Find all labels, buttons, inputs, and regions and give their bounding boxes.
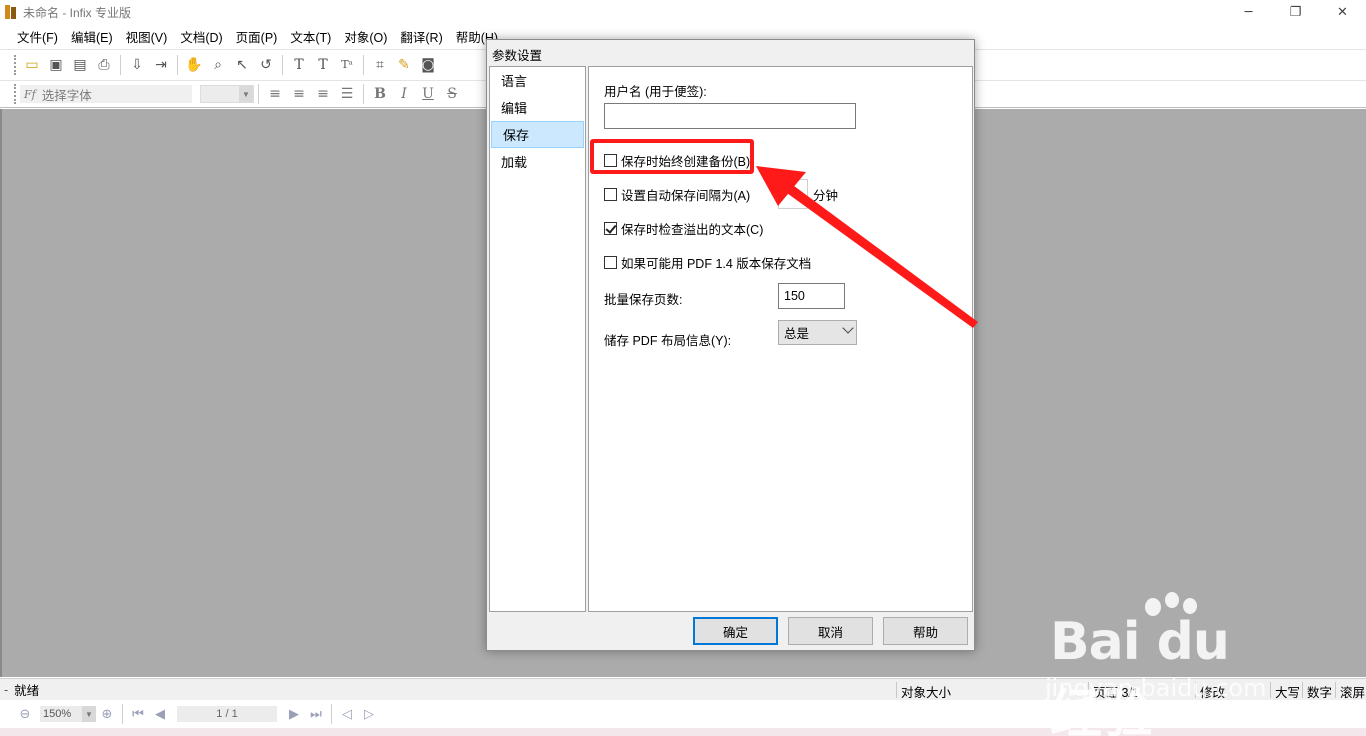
back-icon[interactable]: ◁ bbox=[336, 704, 358, 724]
justify-icon[interactable]: ☰ bbox=[335, 83, 359, 105]
menu-translate[interactable]: 翻译(R) bbox=[400, 27, 442, 46]
font-icon: Ff bbox=[24, 87, 36, 101]
status-scroll: 滚屏 bbox=[1335, 682, 1365, 700]
preferences-dialog: 参数设置 语言 编辑 保存 加载 用户名 (用于便签): 保存时始终创建备份(B… bbox=[486, 39, 975, 651]
ok-button[interactable]: 确定 bbox=[693, 617, 778, 645]
close-icon[interactable]: ✕ bbox=[1319, 0, 1366, 24]
underline-icon[interactable]: U bbox=[416, 83, 440, 105]
toolbar-separator bbox=[331, 704, 332, 724]
annotation-highlight-box bbox=[590, 139, 754, 174]
crop-icon[interactable]: ⌗ bbox=[368, 54, 392, 76]
link-icon[interactable]: ✎ bbox=[392, 54, 416, 76]
menu-text[interactable]: 文本(T) bbox=[290, 27, 331, 46]
font-size-select[interactable]: ▼ bbox=[200, 85, 254, 103]
first-page-icon[interactable]: ⏮ bbox=[127, 704, 149, 724]
import-icon[interactable]: ⇩ bbox=[125, 54, 149, 76]
toolbar-separator bbox=[122, 704, 123, 724]
menu-document[interactable]: 文档(D) bbox=[180, 27, 222, 46]
autosave-option[interactable]: 设置自动保存间隔为(A) bbox=[604, 185, 750, 204]
overflow-checkbox[interactable] bbox=[604, 222, 617, 235]
toolbar-grip[interactable] bbox=[14, 84, 16, 104]
autosave-label: 设置自动保存间隔为(A) bbox=[621, 189, 751, 203]
zoom-level[interactable]: 150% bbox=[40, 706, 82, 722]
baidu-watermark: Bai du 经验 jingyan.baidu.com bbox=[1045, 592, 1295, 736]
rotate-icon[interactable]: ↺ bbox=[254, 54, 278, 76]
toolbar-separator bbox=[363, 54, 364, 75]
open-icon[interactable]: ▭ bbox=[20, 54, 44, 76]
camera-icon[interactable]: ◙ bbox=[416, 54, 440, 76]
prev-page-icon[interactable]: ◀ bbox=[149, 704, 171, 724]
zoom-out-icon[interactable]: ⊖ bbox=[14, 704, 36, 724]
toolbar-separator bbox=[177, 54, 178, 75]
menu-file[interactable]: 文件(F) bbox=[17, 27, 58, 46]
strikethrough-icon[interactable]: S bbox=[440, 83, 464, 105]
status-grip: - bbox=[4, 682, 9, 697]
dialog-title: 参数设置 bbox=[492, 49, 543, 63]
infix-app-icon bbox=[5, 5, 17, 19]
export-icon[interactable]: ⇥ bbox=[149, 54, 173, 76]
restore-icon[interactable]: ❐ bbox=[1272, 0, 1319, 24]
watermark-url: jingyan.baidu.com bbox=[1045, 674, 1267, 702]
text-tool-icon[interactable]: T bbox=[287, 54, 311, 76]
title-bar: 未命名 - Infix 专业版 ─ ❐ ✕ bbox=[0, 0, 1366, 24]
category-save[interactable]: 保存 bbox=[491, 121, 584, 148]
text-abc-icon[interactable]: Tᵃ bbox=[335, 54, 359, 76]
align-left-icon[interactable]: ≡ bbox=[263, 83, 287, 105]
text-frame-icon[interactable]: T bbox=[311, 54, 335, 76]
category-language[interactable]: 语言 bbox=[490, 67, 585, 94]
paw-icon bbox=[1165, 592, 1179, 608]
last-page-icon[interactable]: ⏭ bbox=[305, 704, 327, 724]
chevron-down-icon[interactable]: ▼ bbox=[82, 706, 96, 722]
toolbar-grip[interactable] bbox=[14, 54, 16, 75]
toolbar-separator bbox=[120, 54, 121, 75]
menu-edit[interactable]: 编辑(E) bbox=[71, 27, 113, 46]
font-select-placeholder: 选择字体 bbox=[41, 88, 92, 103]
status-ready: 就绪 bbox=[14, 684, 40, 698]
toolbar-separator bbox=[282, 54, 283, 75]
menu-page[interactable]: 页面(P) bbox=[236, 27, 278, 46]
save-icon[interactable]: ▣ bbox=[44, 54, 68, 76]
chevron-down-icon: ▼ bbox=[239, 86, 253, 102]
save-as-icon[interactable]: ▤ bbox=[68, 54, 92, 76]
zoom-icon[interactable]: ⌕ bbox=[206, 54, 230, 76]
category-list: 语言 编辑 保存 加载 bbox=[489, 66, 586, 612]
username-label: 用户名 (用于便签): bbox=[604, 85, 707, 99]
align-right-icon[interactable]: ≡ bbox=[311, 83, 335, 105]
window-title: 未命名 - Infix 专业版 bbox=[23, 5, 132, 20]
menu-view[interactable]: 视图(V) bbox=[126, 27, 168, 46]
pdf14-checkbox[interactable] bbox=[604, 256, 617, 269]
status-num: 数字 bbox=[1302, 682, 1332, 700]
align-center-icon[interactable]: ≡ bbox=[287, 83, 311, 105]
italic-icon[interactable]: I bbox=[392, 83, 416, 105]
toolbar-separator bbox=[258, 84, 259, 104]
print-icon[interactable]: ⎙ bbox=[92, 54, 116, 76]
category-load[interactable]: 加载 bbox=[490, 148, 585, 175]
category-edit[interactable]: 编辑 bbox=[490, 94, 585, 121]
menu-object[interactable]: 对象(O) bbox=[344, 27, 387, 46]
batch-pages-label: 批量保存页数: bbox=[604, 293, 683, 307]
forward-icon[interactable]: ▷ bbox=[358, 704, 380, 724]
cancel-button[interactable]: 取消 bbox=[788, 617, 873, 645]
window-controls: ─ ❐ ✕ bbox=[1225, 0, 1366, 24]
status-object-size: 对象大小 bbox=[896, 682, 951, 700]
pointer-icon[interactable]: ↖ bbox=[230, 54, 254, 76]
autosave-checkbox[interactable] bbox=[604, 188, 617, 201]
hand-icon[interactable]: ✋ bbox=[182, 54, 206, 76]
page-indicator[interactable]: 1 / 1 bbox=[177, 706, 277, 722]
toolbar-separator bbox=[363, 84, 364, 104]
pdf-layout-label: 储存 PDF 布局信息(Y): bbox=[604, 334, 732, 348]
bold-icon[interactable]: B bbox=[368, 83, 392, 105]
help-button[interactable]: 帮助 bbox=[883, 617, 968, 645]
zoom-in-icon[interactable]: ⊕ bbox=[96, 704, 118, 724]
annotation-arrow-icon bbox=[756, 166, 978, 328]
minimize-icon[interactable]: ─ bbox=[1225, 0, 1272, 24]
next-page-icon[interactable]: ▶ bbox=[283, 704, 305, 724]
font-select[interactable]: Ff 选择字体 bbox=[20, 85, 192, 103]
username-input[interactable] bbox=[604, 103, 856, 129]
